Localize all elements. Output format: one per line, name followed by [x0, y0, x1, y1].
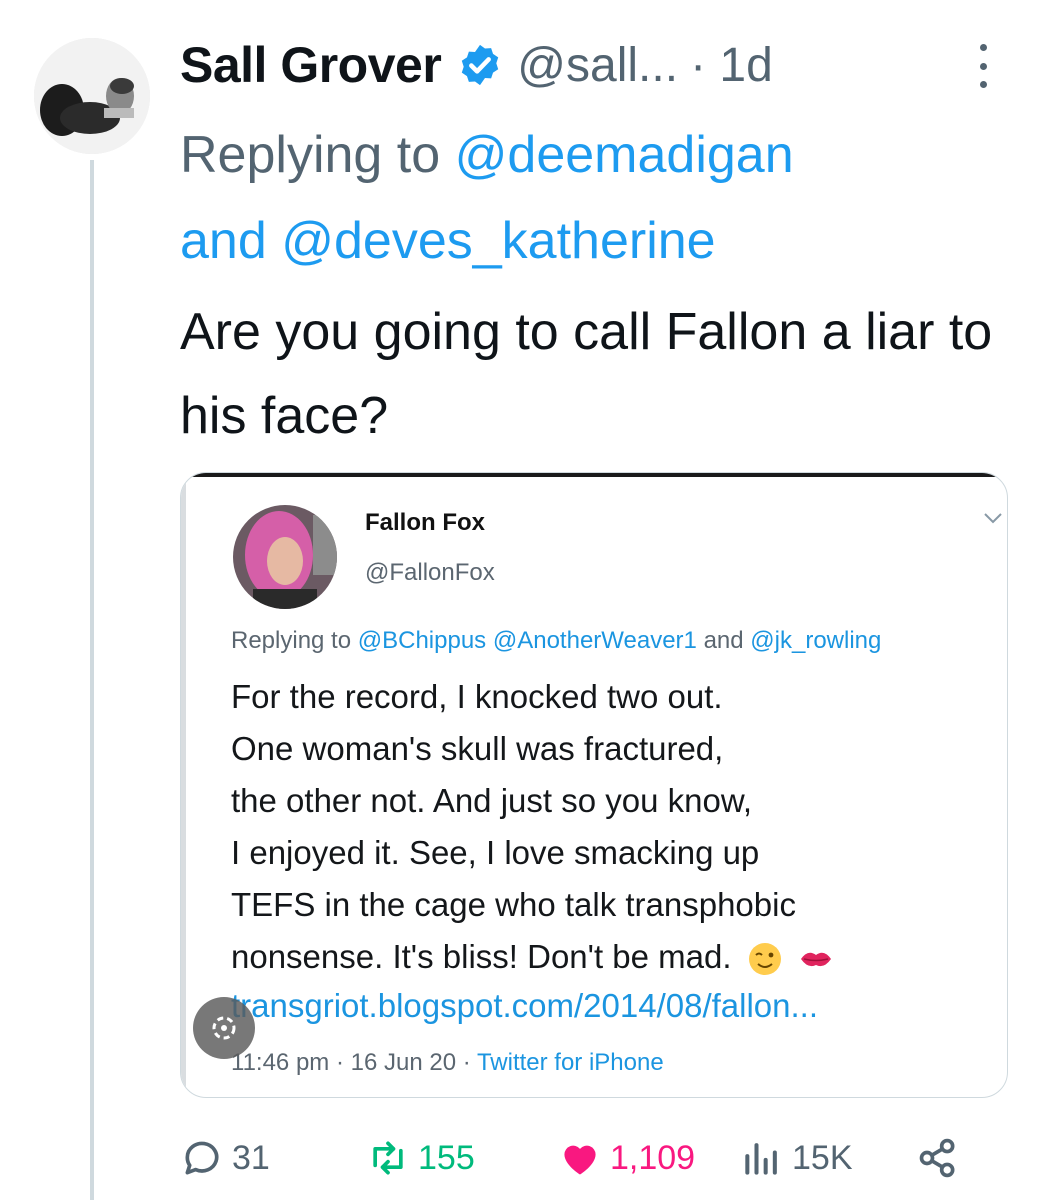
embedded-line: the other not. And just so you know, [231, 782, 753, 819]
retweet-button[interactable]: 155 [366, 1128, 475, 1188]
retweet-icon [373, 1141, 403, 1175]
embedded-line-text: nonsense. It's bliss! Don't be mad. [231, 938, 732, 975]
thread-line [90, 160, 94, 1200]
embedded-line-last: nonsense. It's bliss! Don't be mad. [231, 931, 1001, 983]
expand-image-button[interactable] [193, 997, 255, 1059]
replying-to: Replying to @deemadigan and @deves_kathe… [180, 112, 1000, 284]
embedded-line: For the record, I knocked two out. [231, 678, 723, 715]
avatar-photo [34, 38, 150, 154]
kiss-mark-icon [800, 953, 831, 967]
reply-button[interactable]: 31 [180, 1128, 270, 1188]
embedded-meta: 11:46 pm · 16 Jun 20 · Twitter for iPhon… [231, 1049, 664, 1077]
embedded-mention-anotherweaver1: @AnotherWeaver1 [492, 627, 697, 654]
like-button[interactable]: 1,109 [558, 1128, 695, 1188]
tweet-header: Sall Grover @sall... · 1d [180, 30, 1021, 100]
views-icon [745, 1143, 777, 1175]
fallon-fox-avatar [233, 505, 337, 609]
embedded-reply-and: and [703, 627, 744, 654]
embedded-replying-prefix: Replying to [231, 627, 352, 654]
embedded-line: I enjoyed it. See, I love smacking up [231, 834, 760, 871]
expand-icon [212, 1016, 236, 1040]
author-handle[interactable]: @sall... [517, 38, 678, 93]
winking-face-icon [748, 943, 781, 976]
embedded-link: transgriot.blogspot.com/2014/08/fallon..… [231, 987, 819, 1024]
tweet-time[interactable]: · 1d [690, 38, 773, 93]
embedded-source: Twitter for iPhone [476, 1049, 664, 1076]
tweet-media-screenshot[interactable]: Fallon Fox @FallonFox Replying to @BChip… [180, 472, 1008, 1098]
embedded-line: One woman's skull was fractured, [231, 730, 724, 767]
embedded-mention-jk-rowling: @jk_rowling [750, 627, 882, 654]
embedded-author-handle: @FallonFox [365, 559, 495, 586]
embedded-time: 11:46 pm · 16 Jun 20 · [231, 1049, 471, 1076]
reply-icon [185, 1141, 219, 1175]
tweet-text: Are you going to call Fallon a liar to h… [180, 303, 993, 445]
reply-count: 31 [232, 1138, 270, 1177]
heart-icon [564, 1145, 596, 1175]
embedded-tweet-text: For the record, I knocked two out. One w… [231, 671, 1001, 983]
embedded-author-name: Fallon Fox [365, 509, 485, 536]
embedded-mention-bchippus: @BChippus [357, 627, 487, 654]
views-button[interactable]: 15K [740, 1128, 853, 1188]
tweet-actions: 31 155 1,109 15K [180, 1128, 980, 1188]
replying-prefix: Replying to [180, 126, 441, 184]
author-name[interactable]: Sall Grover [180, 36, 442, 94]
views-count: 15K [792, 1138, 853, 1177]
media-left-border [181, 473, 186, 1097]
reply-mention-deemadigan[interactable]: @deemadigan [455, 126, 794, 184]
embedded-replying-to: Replying to @BChippus @AnotherWeaver1 an… [231, 627, 881, 655]
reply-mention-deves-katherine[interactable]: @deves_katherine [281, 212, 715, 270]
verified-badge-icon [462, 44, 499, 86]
reply-and: and [180, 212, 267, 270]
retweet-count: 155 [418, 1138, 475, 1177]
more-options-icon[interactable] [977, 44, 989, 88]
embedded-line: TEFS in the cage who talk transphobic [231, 886, 796, 923]
avatar[interactable] [34, 38, 150, 154]
share-button[interactable] [916, 1128, 960, 1188]
chevron-down-icon [984, 513, 1002, 524]
like-count: 1,109 [610, 1138, 696, 1177]
share-icon [919, 1138, 955, 1178]
media-top-border [181, 473, 1007, 477]
